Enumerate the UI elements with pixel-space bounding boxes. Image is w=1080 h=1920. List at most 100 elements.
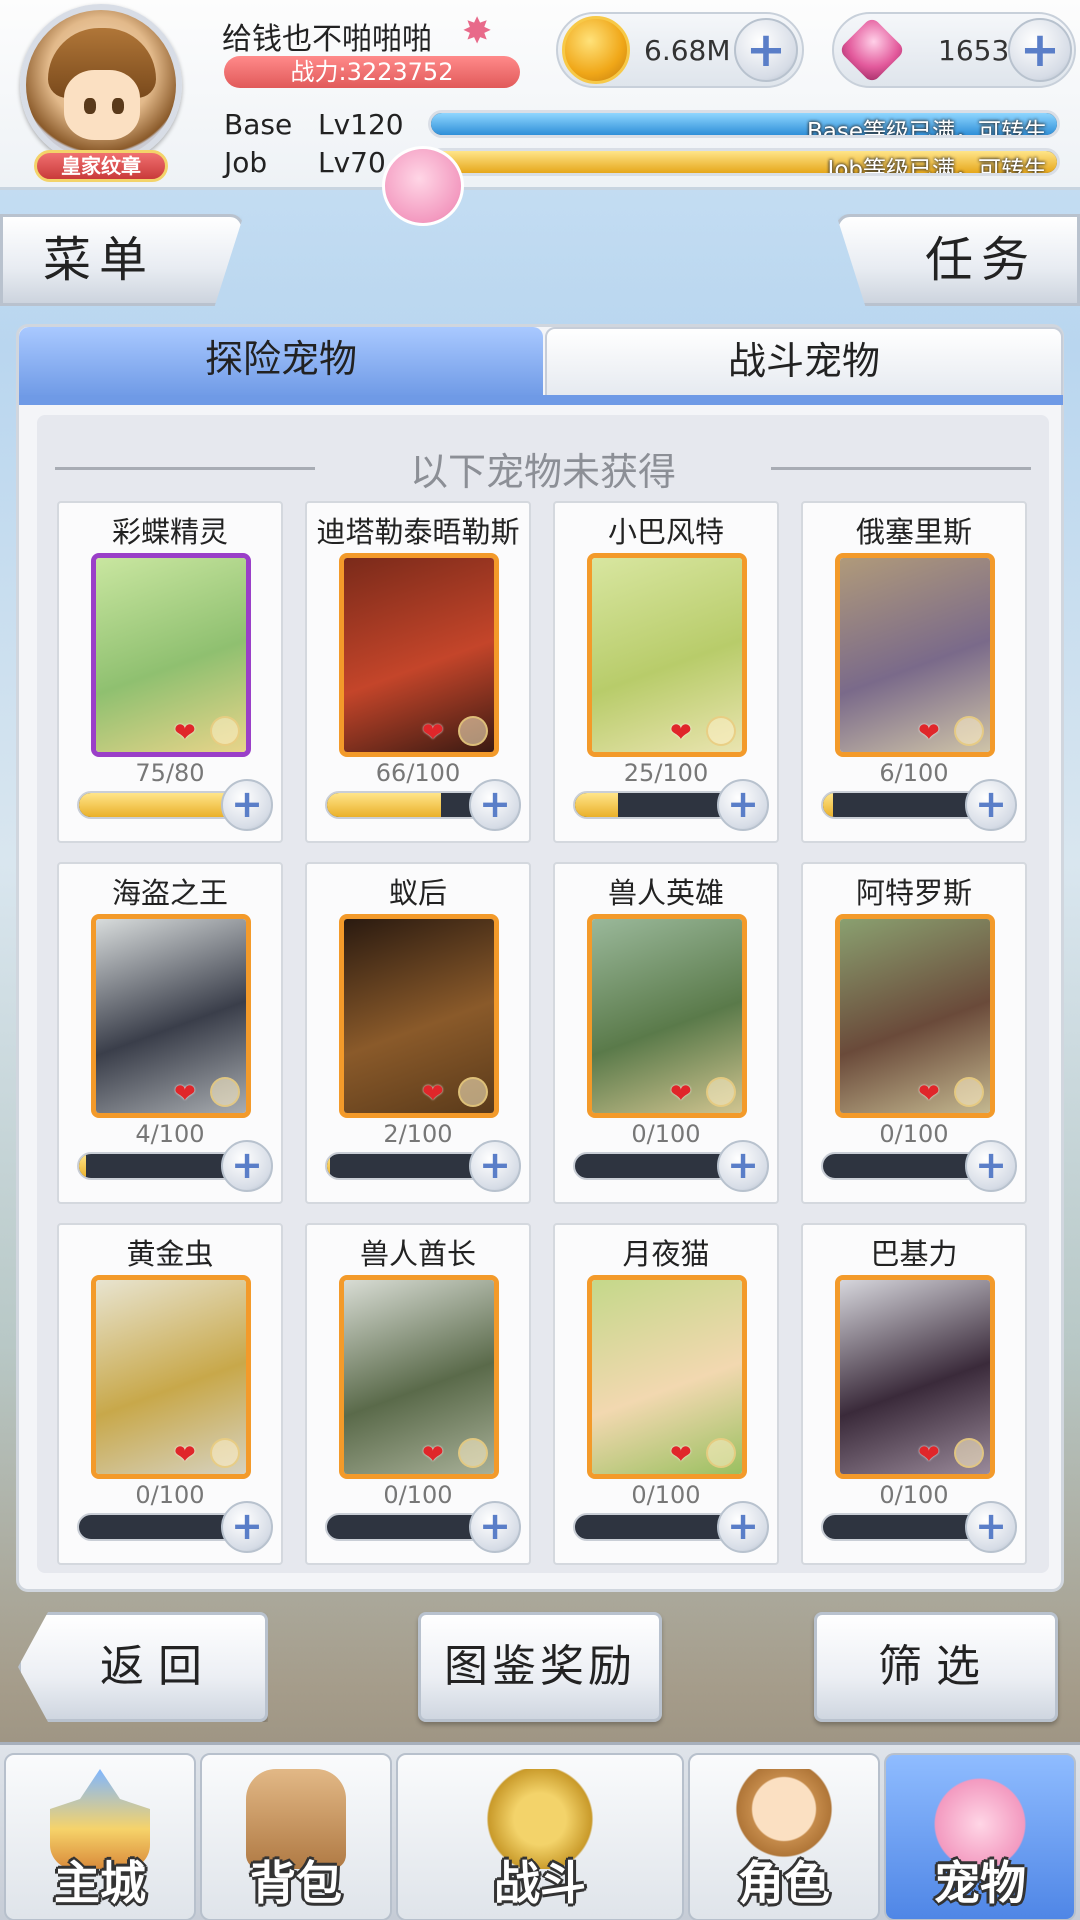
nav-pets[interactable]: 宠物: [884, 1753, 1076, 1920]
tab-explore-pets[interactable]: 探险宠物: [19, 327, 543, 397]
pet-portrait[interactable]: ❤: [587, 553, 747, 757]
pet-card[interactable]: 俄塞里斯 ❤ 6/100 +: [801, 501, 1027, 843]
add-shard-button[interactable]: +: [717, 779, 769, 831]
heart-icon: ❤: [422, 1079, 444, 1109]
base-label: Base: [224, 108, 293, 141]
pet-portrait[interactable]: ❤: [835, 914, 995, 1118]
nav-label: 角色: [738, 1856, 830, 1910]
pet-card[interactable]: 阿特罗斯 ❤ 0/100 +: [801, 862, 1027, 1204]
heart-icon: ❤: [918, 1079, 940, 1109]
stamp-icon: [458, 1438, 488, 1468]
stamp-icon: [954, 716, 984, 746]
add-coin-button[interactable]: +: [734, 18, 798, 82]
pet-name: 阿特罗斯: [855, 876, 972, 910]
heart-icon: ❤: [918, 1440, 940, 1470]
menu-button[interactable]: 菜单: [0, 214, 244, 306]
pet-card[interactable]: 蚁后 ❤ 2/100 +: [305, 862, 531, 1204]
pet-portrait[interactable]: ❤: [339, 1275, 499, 1479]
pet-card[interactable]: 小巴风特 ❤ 25/100 +: [553, 501, 779, 843]
pet-name: 迪塔勒泰晤勒斯: [316, 515, 520, 549]
pet-portrait[interactable]: ❤: [587, 1275, 747, 1479]
pet-portrait[interactable]: ❤: [91, 914, 251, 1118]
pet-name: 巴基力: [870, 1237, 958, 1271]
pet-name: 兽人英雄: [607, 876, 724, 910]
stamp-icon: [210, 1077, 240, 1107]
stamp-icon: [954, 1077, 984, 1107]
collection-reward-button[interactable]: 图鉴奖励: [418, 1612, 662, 1722]
filter-button[interactable]: 筛选: [814, 1612, 1058, 1722]
add-gem-button[interactable]: +: [1008, 18, 1072, 82]
pet-card[interactable]: 月夜猫 ❤ 0/100 +: [553, 1223, 779, 1565]
stamp-icon: [458, 716, 488, 746]
stamp-icon: [706, 1077, 736, 1107]
stamp-icon: [706, 1438, 736, 1468]
coin-icon: [562, 16, 630, 84]
pet-name: 黄金虫: [126, 1237, 214, 1271]
pet-card[interactable]: 黄金虫 ❤ 0/100 +: [57, 1223, 283, 1565]
player-avatar[interactable]: 皇家纹章: [16, 4, 186, 182]
add-shard-button[interactable]: +: [221, 1501, 273, 1553]
nav-character[interactable]: 角色: [688, 1753, 880, 1920]
avatar-portrait: [20, 4, 182, 166]
add-shard-button[interactable]: +: [469, 779, 521, 831]
pet-name: 蚁后: [388, 876, 447, 910]
add-shard-button[interactable]: +: [717, 1140, 769, 1192]
rank-emblem-icon: ✸: [462, 11, 493, 52]
back-button[interactable]: 返回: [18, 1612, 268, 1722]
section-divider-right: [771, 467, 1031, 470]
heart-icon: ❤: [670, 718, 692, 748]
pet-portrait[interactable]: ❤: [587, 914, 747, 1118]
heart-icon: ❤: [670, 1440, 692, 1470]
pet-card[interactable]: 兽人酋长 ❤ 0/100 +: [305, 1223, 531, 1565]
job-exp-text: Job等级已满，可转生: [827, 157, 1047, 176]
pet-portrait[interactable]: ❤: [835, 553, 995, 757]
royal-crest-badge: 皇家纹章: [34, 150, 168, 182]
pet-list[interactable]: 以下宠物未获得 彩蝶精灵 ❤ 75/80 + 迪塔勒泰晤勒斯 ❤ 66/100 + 小巴风特 ❤ 2…: [37, 415, 1049, 1573]
task-button[interactable]: 任务: [836, 214, 1080, 306]
nav-main-city[interactable]: 主城: [4, 1753, 196, 1920]
job-exp-bar: Job等级已满，可转生: [428, 148, 1060, 176]
pet-card[interactable]: 兽人英雄 ❤ 0/100 +: [553, 862, 779, 1204]
floating-poring-icon[interactable]: [382, 146, 464, 226]
pet-portrait[interactable]: ❤: [835, 1275, 995, 1479]
add-shard-button[interactable]: +: [469, 1140, 521, 1192]
pet-name: 海盗之王: [111, 876, 228, 910]
stamp-icon: [458, 1077, 488, 1107]
heart-icon: ❤: [422, 1440, 444, 1470]
coin-value: 6.68M: [644, 34, 731, 67]
add-shard-button[interactable]: +: [717, 1501, 769, 1553]
pet-portrait[interactable]: ❤: [339, 914, 499, 1118]
pet-portrait[interactable]: ❤: [91, 553, 251, 757]
add-shard-button[interactable]: +: [221, 1140, 273, 1192]
pet-card[interactable]: 巴基力 ❤ 0/100 +: [801, 1223, 1027, 1565]
pet-card[interactable]: 迪塔勒泰晤勒斯 ❤ 66/100 +: [305, 501, 531, 843]
pet-portrait[interactable]: ❤: [91, 1275, 251, 1479]
gem-icon: [838, 16, 906, 84]
pet-card[interactable]: 彩蝶精灵 ❤ 75/80 +: [57, 501, 283, 843]
heart-icon: ❤: [174, 1440, 196, 1470]
pet-name: 月夜猫: [622, 1237, 710, 1271]
pet-card[interactable]: 海盗之王 ❤ 4/100 +: [57, 862, 283, 1204]
pet-portrait[interactable]: ❤: [339, 553, 499, 757]
base-level-row: Base Lv120: [224, 108, 404, 141]
pet-name: 小巴风特: [607, 515, 724, 549]
add-shard-button[interactable]: +: [965, 779, 1017, 831]
stamp-icon: [210, 716, 240, 746]
nav-battle[interactable]: 战斗: [396, 1753, 684, 1920]
stamp-icon: [706, 716, 736, 746]
add-shard-button[interactable]: +: [469, 1501, 521, 1553]
pet-name: 俄塞里斯: [855, 515, 972, 549]
nav-label: 背包: [250, 1856, 342, 1910]
add-shard-button[interactable]: +: [965, 1501, 1017, 1553]
nav-backpack[interactable]: 背包: [200, 1753, 392, 1920]
job-label: Job: [224, 146, 268, 179]
pet-name: 彩蝶精灵: [111, 515, 228, 549]
heart-icon: ❤: [918, 718, 940, 748]
add-shard-button[interactable]: +: [221, 779, 273, 831]
heart-icon: ❤: [174, 1079, 196, 1109]
tab-underline: [19, 395, 1063, 405]
tab-battle-pets[interactable]: 战斗宠物: [545, 327, 1063, 397]
combat-power: 战力:3223752: [224, 56, 520, 88]
job-level-row: Job Lv70: [224, 146, 386, 179]
add-shard-button[interactable]: +: [965, 1140, 1017, 1192]
